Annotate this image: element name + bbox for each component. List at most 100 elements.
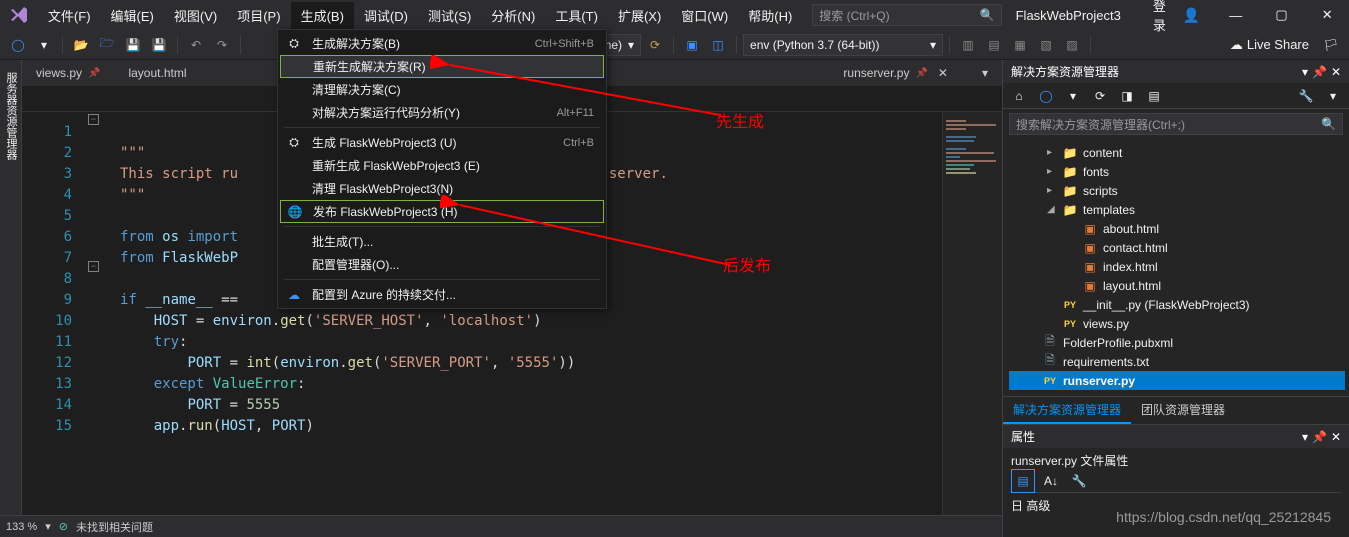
- panel-close-icon[interactable]: ✕: [1331, 65, 1341, 79]
- panel-pin-icon[interactable]: 📌: [1312, 65, 1327, 79]
- menu-view[interactable]: 视图(V): [164, 2, 227, 29]
- liveshare-button[interactable]: ☁ Live Share: [1222, 37, 1317, 53]
- menu-project[interactable]: 项目(P): [227, 2, 290, 29]
- cloud-icon: ☁: [284, 288, 304, 302]
- menu-config-manager[interactable]: 配置管理器(O)...: [280, 253, 604, 276]
- menu-build-project[interactable]: ⛭生成 FlaskWebProject3 (U)Ctrl+B: [280, 131, 604, 154]
- menu-test[interactable]: 测试(S): [418, 2, 481, 29]
- menu-batch-build[interactable]: 批生成(T)...: [280, 230, 604, 253]
- menu-edit[interactable]: 编辑(E): [101, 2, 164, 29]
- python-icon: PY: [1042, 376, 1058, 386]
- save-all-button[interactable]: 💾: [147, 33, 171, 57]
- se-btn-5[interactable]: ◨: [1115, 84, 1139, 108]
- tree-item-init-py[interactable]: PY__init__.py (FlaskWebProject3): [1009, 295, 1345, 314]
- se-home-button[interactable]: ⌂: [1007, 84, 1031, 108]
- tree-item-fonts[interactable]: ▸📁fonts: [1009, 162, 1345, 181]
- menu-build-solution[interactable]: ⛭生成解决方案(B)Ctrl+Shift+B: [280, 32, 604, 55]
- tab-layout-html[interactable]: layout.html: [114, 60, 200, 86]
- prop-az-button[interactable]: A↓: [1039, 469, 1063, 493]
- tree-item-contact-html[interactable]: ▣contact.html: [1009, 238, 1345, 257]
- panel-dropdown-icon[interactable]: ▾: [1302, 65, 1308, 79]
- layout-btn-1[interactable]: ▥: [956, 33, 980, 57]
- menu-clean-project[interactable]: 清理 FlaskWebProject3(N): [280, 177, 604, 200]
- close-icon[interactable]: ✕: [938, 66, 948, 80]
- menu-extensions[interactable]: 扩展(X): [608, 2, 671, 29]
- tab-dropdown-button[interactable]: ▾: [968, 60, 1002, 86]
- menu-window[interactable]: 窗口(W): [671, 2, 738, 29]
- tree-item-scripts[interactable]: ▸📁scripts: [1009, 181, 1345, 200]
- code-minimap[interactable]: [942, 112, 1002, 537]
- fold-toggle[interactable]: −: [88, 114, 99, 125]
- prop-events-button[interactable]: 🔧: [1067, 469, 1091, 493]
- build-icon: ⛭: [284, 36, 304, 51]
- se-btn-2[interactable]: ◯: [1034, 84, 1058, 108]
- menu-tools[interactable]: 工具(T): [545, 2, 608, 29]
- se-btn-3[interactable]: ▾: [1061, 84, 1085, 108]
- tree-item-views-py[interactable]: PYviews.py: [1009, 314, 1345, 333]
- save-button[interactable]: 💾: [121, 33, 145, 57]
- tab-runserver-py[interactable]: runserver.py 📌 ✕: [829, 60, 968, 86]
- tree-item-layout-html[interactable]: ▣layout.html: [1009, 276, 1345, 295]
- menu-code-analysis[interactable]: 对解决方案运行代码分析(Y)Alt+F11: [280, 101, 604, 124]
- layout-btn-2[interactable]: ▤: [982, 33, 1006, 57]
- left-tool-rails: 服务器资源管理器 工具箱: [0, 60, 22, 537]
- nav-fwd-button[interactable]: ▾: [32, 33, 56, 57]
- panel-close-icon[interactable]: ✕: [1331, 430, 1341, 444]
- rail-server-explorer[interactable]: 服务器资源管理器: [1, 66, 21, 537]
- tree-item-requirements[interactable]: 🗎requirements.txt: [1009, 352, 1345, 371]
- tree-item-about-html[interactable]: ▣about.html: [1009, 219, 1345, 238]
- menu-debug[interactable]: 调试(D): [354, 2, 418, 29]
- tree-item-templates[interactable]: ◢📁templates: [1009, 200, 1345, 219]
- error-indicator-icon[interactable]: ⊘: [59, 520, 68, 533]
- se-btn-6[interactable]: ▤: [1142, 84, 1166, 108]
- fold-toggle[interactable]: −: [88, 261, 99, 272]
- panel-pin-icon[interactable]: 📌: [1312, 430, 1327, 444]
- solution-explorer-title: 解决方案资源管理器 ▾ 📌 ✕: [1003, 60, 1349, 83]
- tab-views-py[interactable]: views.py 📌: [22, 60, 114, 86]
- login-button[interactable]: 登录 👤: [1145, 0, 1208, 34]
- se-props-button[interactable]: 🔧: [1294, 84, 1318, 108]
- menu-file[interactable]: 文件(F): [38, 2, 101, 29]
- properties-title: 属性 ▾ 📌 ✕: [1003, 424, 1349, 448]
- close-button[interactable]: ✕: [1309, 4, 1345, 26]
- menu-publish-project[interactable]: 🌐发布 FlaskWebProject3 (H): [280, 200, 604, 223]
- layout-btn-3[interactable]: ▦: [1008, 33, 1032, 57]
- env-combo[interactable]: env (Python 3.7 (64-bit)) ▾: [743, 34, 943, 56]
- item-button[interactable]: ◫: [706, 33, 730, 57]
- panel-dropdown-icon[interactable]: ▾: [1302, 430, 1308, 444]
- solution-explorer-search[interactable]: 搜索解决方案资源管理器(Ctrl+;) 🔍: [1009, 113, 1343, 135]
- status-bar: 133 % ▾ ⊘ 未找到相关问题: [0, 515, 1002, 537]
- open-button[interactable]: 🗁: [95, 33, 119, 57]
- se-btn-8[interactable]: ▾: [1321, 84, 1345, 108]
- menu-analyze[interactable]: 分析(N): [481, 2, 545, 29]
- tab-team-explorer[interactable]: 团队资源管理器: [1131, 397, 1235, 424]
- tree-item-folderprofile[interactable]: 🗎FolderProfile.pubxml: [1009, 333, 1345, 352]
- tree-item-index-html[interactable]: ▣index.html: [1009, 257, 1345, 276]
- refresh-button[interactable]: ⟳: [643, 33, 667, 57]
- menu-help[interactable]: 帮助(H): [738, 2, 802, 29]
- menu-rebuild-solution[interactable]: 重新生成解决方案(R): [280, 55, 604, 78]
- notifications-button[interactable]: 🏳: [1319, 33, 1343, 57]
- redo-button[interactable]: ↷: [210, 33, 234, 57]
- menu-rebuild-project[interactable]: 重新生成 FlaskWebProject3 (E): [280, 154, 604, 177]
- tree-item-runserver-py[interactable]: PYrunserver.py: [1009, 371, 1345, 390]
- nav-back-button[interactable]: ◯: [6, 33, 30, 57]
- se-sync-button[interactable]: ⟳: [1088, 84, 1112, 108]
- solution-tree[interactable]: ▸📁content ▸📁fonts ▸📁scripts ◢📁templates …: [1003, 139, 1349, 394]
- layout-btn-4[interactable]: ▧: [1034, 33, 1058, 57]
- menu-clean-solution[interactable]: 清理解决方案(C): [280, 78, 604, 101]
- menu-azure-cd[interactable]: ☁配置到 Azure 的持续交付...: [280, 283, 604, 306]
- minimize-button[interactable]: —: [1218, 4, 1254, 26]
- tab-solution-explorer[interactable]: 解决方案资源管理器: [1003, 397, 1131, 424]
- undo-button[interactable]: ↶: [184, 33, 208, 57]
- menu-search-input[interactable]: 搜索 (Ctrl+Q) 🔍: [812, 4, 1001, 26]
- layout-btn-5[interactable]: ▨: [1060, 33, 1084, 57]
- publish-button[interactable]: ▣: [680, 33, 704, 57]
- zoom-level[interactable]: 133 %: [6, 521, 37, 533]
- prop-categorized-button[interactable]: ▤: [1011, 469, 1035, 493]
- menu-build[interactable]: 生成(B): [291, 2, 354, 29]
- error-indicator-label: 未找到相关问题: [76, 519, 153, 535]
- maximize-button[interactable]: ▢: [1264, 4, 1300, 26]
- new-button[interactable]: 📂: [69, 33, 93, 57]
- tree-item-content[interactable]: ▸📁content: [1009, 143, 1345, 162]
